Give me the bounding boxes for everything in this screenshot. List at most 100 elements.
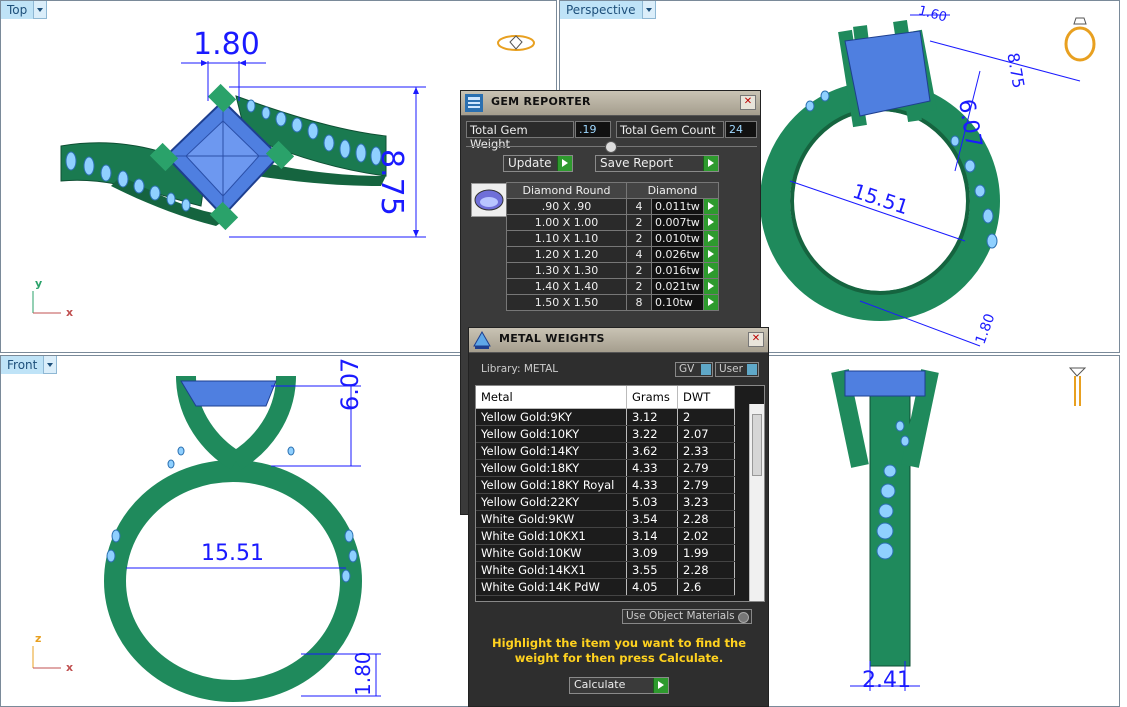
total-gem-count-value: 24	[725, 121, 757, 138]
metal-dwt: 2.79	[677, 459, 735, 477]
metal-list-scrollbar[interactable]	[749, 404, 764, 601]
metal-weights-title: METAL WEIGHTS	[499, 332, 605, 345]
select-gem-play-icon[interactable]	[702, 262, 719, 279]
metal-col-dwt: DWT	[677, 386, 735, 409]
metal-row[interactable]: White Gold:14K PdW 4.05 2.6	[476, 578, 735, 596]
use-object-materials-toggle[interactable]: Use Object Materials	[622, 609, 752, 624]
viewport-front-tab[interactable]: Front	[1, 356, 58, 374]
gem-row[interactable]: 1.00 X 1.00 2 0.007tw	[506, 214, 719, 231]
select-gem-play-icon[interactable]	[702, 198, 719, 215]
viewport-perspective-tab[interactable]: Perspective	[560, 1, 656, 19]
metal-name: Yellow Gold:9KY	[476, 408, 627, 426]
metal-dwt: 3.23	[677, 493, 735, 511]
total-gem-weight-label: Total Gem Weight	[466, 121, 574, 151]
metal-weights-panel: METAL WEIGHTS ✕ Library: METAL GV User M…	[468, 327, 769, 707]
select-gem-play-icon[interactable]	[702, 294, 719, 311]
metal-list[interactable]: Metal Grams DWT Yellow Gold:9KY 3.12 2 Yel…	[475, 385, 765, 602]
gem-count: 4	[626, 246, 652, 263]
gem-row[interactable]: 1.30 X 1.30 2 0.016tw	[506, 262, 719, 279]
gem-size: 1.00 X 1.00	[506, 214, 627, 231]
metal-row[interactable]: Yellow Gold:18KY 4.33 2.79	[476, 459, 735, 477]
metal-row[interactable]: Yellow Gold:18KY Royal 4.33 2.79	[476, 476, 735, 494]
gem-weight: 0.016tw	[651, 262, 704, 279]
play-icon	[703, 156, 718, 171]
user-toggle-label: User	[719, 363, 743, 375]
metal-row[interactable]: Yellow Gold:10KY 3.22 2.07	[476, 425, 735, 443]
gem-row[interactable]: .90 X .90 4 0.011tw	[506, 198, 719, 215]
metal-weights-titlebar[interactable]: METAL WEIGHTS ✕	[469, 328, 768, 353]
gem-row[interactable]: 1.10 X 1.10 2 0.010tw	[506, 230, 719, 247]
viewport-top-tab[interactable]: Top	[1, 1, 48, 19]
gem-row[interactable]: 1.50 X 1.50 8 0.10tw	[506, 294, 719, 311]
select-gem-play-icon[interactable]	[702, 214, 719, 231]
axis-x-label: x	[66, 306, 74, 319]
gv-toggle-label: GV	[679, 363, 695, 375]
metal-grams: 4.33	[626, 459, 678, 477]
dim-front-height: 6.07	[336, 357, 364, 411]
gem-report-icon	[465, 94, 483, 112]
gem-row[interactable]: 1.40 X 1.40 2 0.021tw	[506, 278, 719, 295]
gem-size: 1.20 X 1.20	[506, 246, 627, 263]
metal-row[interactable]: White Gold:9KW 3.54 2.28	[476, 510, 735, 528]
dim-top-height: 8.75	[374, 149, 409, 216]
calculate-button[interactable]: Calculate	[569, 677, 669, 694]
metal-row[interactable]: Yellow Gold:9KY 3.12 2	[476, 408, 735, 426]
metal-name: White Gold:14KX1	[476, 561, 627, 579]
total-gem-weight-value: .19	[575, 121, 611, 138]
gem-col-material: Diamond	[626, 182, 719, 199]
viewport-top-label[interactable]: Top	[1, 1, 35, 19]
calculate-button-label: Calculate	[574, 678, 626, 691]
gem-count: 8	[626, 294, 652, 311]
play-icon	[653, 678, 668, 693]
save-report-button[interactable]: Save Report	[595, 155, 719, 172]
viewport-perspective-label[interactable]: Perspective	[560, 1, 643, 19]
metal-col-name: Metal	[476, 386, 627, 409]
viewport-menu-chevron-icon[interactable]	[34, 1, 48, 19]
update-button[interactable]: Update	[503, 155, 573, 172]
gem-reporter-titlebar[interactable]: GEM REPORTER ✕	[461, 91, 760, 116]
metal-grams: 5.03	[626, 493, 678, 511]
gem-table: Diamond Round Diamond .90 X .90 4 0.011tw …	[506, 182, 719, 311]
scrollbar-thumb[interactable]	[752, 414, 762, 476]
metal-dwt: 2.33	[677, 442, 735, 460]
close-icon[interactable]: ✕	[748, 332, 764, 347]
gem-weight: 0.010tw	[651, 230, 704, 247]
metal-grams: 3.55	[626, 561, 678, 579]
metal-table: Metal Grams DWT Yellow Gold:9KY 3.12 2 Yel…	[476, 386, 735, 596]
metal-name: Yellow Gold:22KY	[476, 493, 627, 511]
gv-toggle[interactable]: GV	[675, 362, 713, 377]
metal-row[interactable]: White Gold:10KW 3.09 1.99	[476, 544, 735, 562]
use-object-materials-label: Use Object Materials	[626, 610, 735, 622]
metal-dwt: 1.99	[677, 544, 735, 562]
metal-row[interactable]: White Gold:10KX1 3.14 2.02	[476, 527, 735, 545]
calculate-hint: Highlight the item you want to find the …	[492, 636, 746, 665]
metal-dwt: 2.6	[677, 578, 735, 596]
gem-reporter-title: GEM REPORTER	[491, 95, 591, 108]
metal-grams: 4.33	[626, 476, 678, 494]
gem-weight: 0.021tw	[651, 278, 704, 295]
select-gem-play-icon[interactable]	[702, 246, 719, 263]
collapse-handle-icon[interactable]	[605, 141, 617, 153]
user-toggle[interactable]: User	[715, 362, 759, 377]
metal-row[interactable]: Yellow Gold:14KY 3.62 2.33	[476, 442, 735, 460]
select-gem-play-icon[interactable]	[702, 230, 719, 247]
viewport-menu-chevron-icon[interactable]	[642, 1, 656, 19]
close-icon[interactable]: ✕	[740, 95, 756, 110]
metal-row[interactable]: Yellow Gold:22KY 5.03 3.23	[476, 493, 735, 511]
metal-dwt: 2.79	[677, 476, 735, 494]
metal-row[interactable]: White Gold:14KX1 3.55 2.28	[476, 561, 735, 579]
viewport-menu-chevron-icon[interactable]	[44, 356, 58, 374]
gem-weight: 0.026tw	[651, 246, 704, 263]
metal-name: White Gold:10KW	[476, 544, 627, 562]
metal-name: Yellow Gold:10KY	[476, 425, 627, 443]
gem-thumbnail	[471, 183, 507, 217]
gem-count: 2	[626, 230, 652, 247]
select-gem-play-icon[interactable]	[702, 278, 719, 295]
gem-weight: 0.007tw	[651, 214, 704, 231]
gem-row[interactable]: 1.20 X 1.20 4 0.026tw	[506, 246, 719, 263]
viewport-front-label[interactable]: Front	[1, 356, 45, 374]
dim-front-diameter: 15.51	[201, 541, 264, 566]
gem-size: 1.50 X 1.50	[506, 294, 627, 311]
metal-grams: 3.12	[626, 408, 678, 426]
metal-dwt: 2.02	[677, 527, 735, 545]
